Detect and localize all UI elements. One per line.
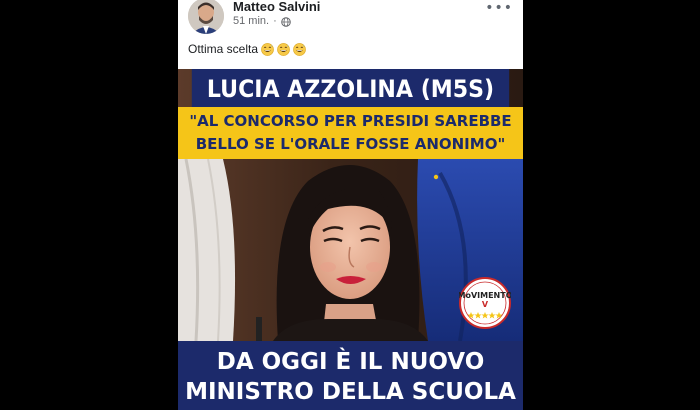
quote-line-1: "AL CONCORSO PER PRESIDI SAREBBE bbox=[189, 112, 512, 130]
avatar-photo bbox=[188, 0, 224, 34]
svg-text:V: V bbox=[482, 300, 489, 309]
more-options-button[interactable]: ••• bbox=[485, 0, 513, 16]
quote-line-2: BELLO SE L'ORALE FOSSE ANONIMO" bbox=[195, 135, 506, 153]
meme-title-banner: LUCIA AZZOLINA (M5S) bbox=[191, 69, 510, 107]
bottom-line-1: DA OGGI È IL NUOVO bbox=[216, 349, 485, 375]
facebook-post: Matteo Salvini 51 min. · ••• Ottima scel… bbox=[178, 0, 523, 410]
meme-bottom-banner: DA OGGI È IL NUOVO MINISTRO DELLA SCUOLA bbox=[178, 341, 523, 410]
meme-image[interactable]: LUCIA AZZOLINA (M5S) "AL CONCORSO PER PR… bbox=[178, 69, 523, 410]
post-header: Matteo Salvini 51 min. · ••• bbox=[178, 0, 523, 40]
screenshot-frame: Matteo Salvini 51 min. · ••• Ottima scel… bbox=[0, 0, 700, 410]
post-time[interactable]: 51 min. bbox=[233, 15, 269, 28]
post-text: Ottima scelta bbox=[188, 42, 306, 56]
bottom-line-2: MINISTRO DELLA SCUOLA bbox=[185, 379, 516, 405]
avatar[interactable] bbox=[188, 0, 224, 34]
post-caption: Ottima scelta bbox=[188, 42, 259, 56]
author-name[interactable]: Matteo Salvini bbox=[233, 0, 320, 14]
grinning-sweat-emoji-icon bbox=[277, 42, 290, 56]
post-meta: 51 min. · bbox=[233, 15, 291, 28]
grinning-sweat-emoji-icon bbox=[293, 42, 306, 56]
meta-separator: · bbox=[273, 15, 277, 27]
movimento-5-stelle-logo-icon: MoVIMENTO V bbox=[459, 277, 511, 329]
svg-text:MoVIMENTO: MoVIMENTO bbox=[459, 291, 511, 300]
grinning-sweat-emoji-icon bbox=[261, 42, 274, 56]
globe-icon bbox=[280, 16, 291, 27]
meme-quote-banner: "AL CONCORSO PER PRESIDI SAREBBE BELLO S… bbox=[178, 107, 523, 159]
